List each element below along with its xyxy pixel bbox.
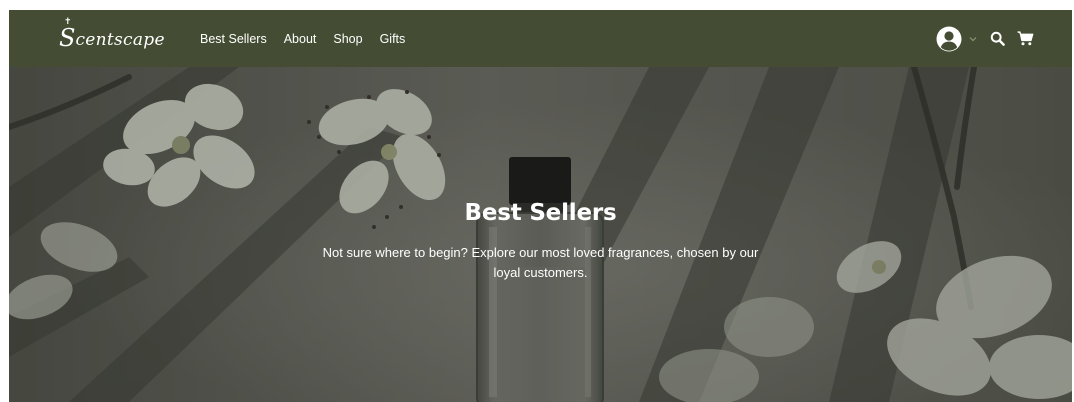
user-circle-icon (936, 26, 962, 51)
account-menu-toggle[interactable] (962, 34, 990, 44)
logo-initial: ✝ S (59, 18, 76, 52)
nav-actions (936, 10, 1034, 67)
hero-title: Best Sellers (464, 200, 617, 226)
nav-link-about[interactable]: About (284, 32, 317, 46)
logo-initial-letter: S (59, 24, 76, 52)
cart-icon (1017, 31, 1034, 46)
search-icon (990, 31, 1005, 46)
hero-content: Best Sellers Not sure where to begin? Ex… (9, 67, 1072, 402)
nav-link-gifts[interactable]: Gifts (380, 32, 406, 46)
main-nav: Best Sellers About Shop Gifts (200, 10, 422, 67)
logo-crown-icon: ✝ (64, 17, 72, 27)
search-button[interactable] (990, 31, 1017, 46)
hero-subtitle: Not sure where to begin? Explore our mos… (322, 245, 759, 280)
nav-link-shop[interactable]: Shop (333, 32, 362, 46)
page-frame: ✝ S centscape Best Sellers About Shop Gi… (9, 10, 1072, 402)
chevron-down-icon (969, 36, 977, 41)
account-button[interactable] (936, 26, 962, 52)
logo-wordmark: centscape (75, 30, 165, 50)
nav-link-best-sellers[interactable]: Best Sellers (200, 32, 267, 46)
cart-button[interactable] (1017, 31, 1034, 46)
hero-banner: Best Sellers Not sure where to begin? Ex… (9, 67, 1072, 402)
top-navbar: ✝ S centscape Best Sellers About Shop Gi… (9, 10, 1072, 67)
brand-logo[interactable]: ✝ S centscape (59, 18, 165, 57)
